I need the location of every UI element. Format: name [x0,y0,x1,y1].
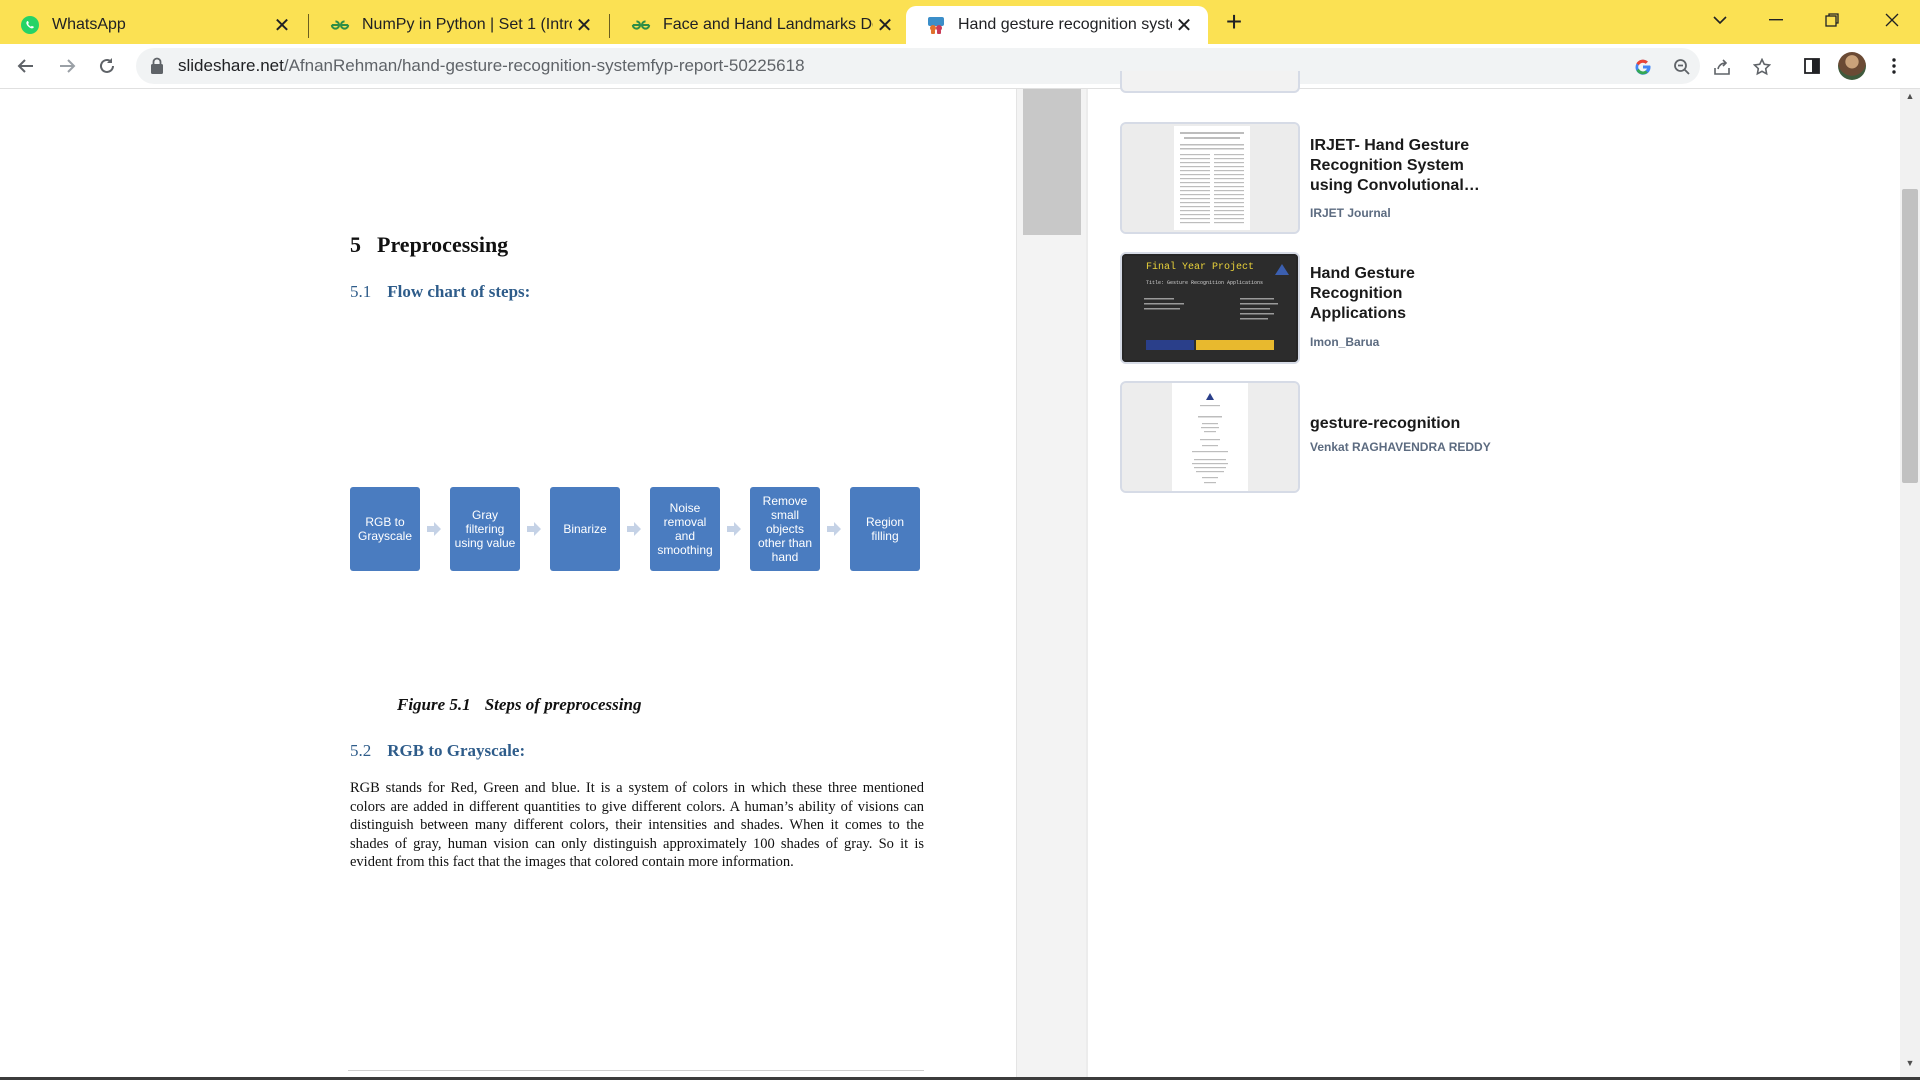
related-title[interactable]: Hand Gesture Recognition Applications [1310,264,1440,324]
new-tab-button[interactable]: + [1218,6,1250,38]
url-text[interactable]: slideshare.net/AfnanRehman/hand-gesture-… [178,56,805,76]
geeksforgeeks-icon [330,15,350,35]
share-icon[interactable] [1709,54,1735,80]
related-thumbnail[interactable]: Final Year Project Title: Gesture Recogn… [1120,252,1300,364]
close-window-icon[interactable] [1864,0,1920,40]
flow-step: Binarize [550,487,620,571]
address-bar[interactable]: slideshare.net/AfnanRehman/hand-gesture-… [136,48,1771,84]
flow-step: Remove small objects other than hand [750,487,820,571]
browser-toolbar: slideshare.net/AfnanRehman/hand-gesture-… [0,44,1920,89]
bookmark-star-icon[interactable] [1749,54,1775,80]
minimize-icon[interactable] [1748,0,1804,40]
flow-arrow-icon [827,522,841,536]
tab-hand-gesture[interactable]: Hand gesture recognition system ✕ [906,6,1208,44]
subsection-heading-flowchart: 5.1 Flow chart of steps: [350,282,530,302]
body-paragraph: RGB stands for Red, Green and blue. It i… [350,780,924,870]
google-lens-icon[interactable] [1630,54,1656,80]
restore-icon[interactable] [1804,0,1860,40]
thumb-title: Final Year Project [1146,262,1255,273]
url-host: slideshare.net [178,56,284,75]
section-number: 5 [350,232,361,257]
document-page: 5 Preprocessing 5.1 Flow chart of steps: R… [0,89,1016,1080]
flow-arrow-icon [527,522,541,536]
figure-caption: Figure 5.1 Steps of preprocessing [397,695,641,715]
flow-arrow-icon [427,522,441,536]
tab-title: Face and Hand Landmarks Detec [663,16,873,33]
url-path: /AfnanRehman/hand-gesture-recognition-sy… [283,56,805,75]
tab-whatsapp[interactable]: WhatsApp ✕ [0,6,306,44]
whatsapp-icon [20,15,40,35]
tab-divider [609,14,610,38]
forward-button[interactable] [51,50,83,82]
related-title[interactable]: gesture-recognition [1310,414,1530,434]
subsection-heading-rgb: 5.2 RGB to Grayscale: [350,741,525,761]
tab-face-hand-landmarks[interactable]: Face and Hand Landmarks Detec ✕ [611,6,909,44]
subsection-number: 5.1 [350,282,372,301]
close-tab-icon[interactable]: ✕ [873,13,897,37]
tab-strip: WhatsApp ✕ NumPy in Python | Set 1 (Intr… [0,0,1920,44]
side-panel-icon[interactable] [1796,50,1828,82]
reload-button[interactable] [91,50,123,82]
lock-icon[interactable] [150,57,166,75]
scroll-down-icon[interactable]: ▼ [1900,1056,1920,1070]
more-menu-icon[interactable] [1878,50,1910,82]
close-tab-icon[interactable]: ✕ [270,13,294,37]
section-title: Preprocessing [377,232,509,257]
close-tab-icon[interactable]: ✕ [1172,13,1196,37]
profile-avatar[interactable] [1838,52,1866,80]
close-tab-icon[interactable]: ✕ [572,13,596,37]
scrollbar-thumb[interactable] [1902,189,1918,483]
figure-number: Figure 5.1 [397,695,471,714]
slideshare-icon [926,15,946,35]
tab-title: WhatsApp [52,16,126,33]
tab-divider [308,14,309,38]
zoom-icon[interactable] [1669,54,1695,80]
figure-caption-text: Steps of preprocessing [484,695,642,714]
related-thumbnail-partial[interactable] [1120,71,1300,93]
thumb-subtitle: Title: Gesture Recognition Applications [1146,280,1264,286]
page-thumbnail-strip[interactable] [1016,89,1086,1080]
divider [1086,89,1088,1080]
related-author[interactable]: IRJET Journal [1310,206,1391,220]
flow-arrow-icon [727,522,741,536]
scroll-up-icon[interactable]: ▲ [1900,89,1920,103]
tab-title: Hand gesture recognition system [958,16,1172,33]
related-author[interactable]: Imon_Barua [1310,335,1379,349]
related-author[interactable]: Venkat RAGHAVENDRA REDDY [1310,440,1491,454]
flow-step: Gray filtering using value [450,487,520,571]
tab-numpy[interactable]: NumPy in Python | Set 1 (Introdu ✕ [310,6,608,44]
flow-step: RGB to Grayscale [350,487,420,571]
flow-step: Region filling [850,487,920,571]
page-scrollbar[interactable]: ▲ ▼ [1900,89,1920,1080]
page-thumbnail[interactable] [1023,89,1081,235]
subsection-title: Flow chart of steps: [387,282,531,301]
subsection-title: RGB to Grayscale: [387,741,526,760]
flow-step: Noise removal and smoothing [650,487,720,571]
tab-search-icon[interactable] [1692,0,1748,40]
geeksforgeeks-icon [631,15,651,35]
tab-title: NumPy in Python | Set 1 (Introdu [362,16,572,33]
related-title[interactable]: IRJET- Hand Gesture Recognition System u… [1310,136,1490,196]
page-divider [348,1070,924,1071]
related-thumbnail[interactable] [1120,122,1300,234]
subsection-number: 5.2 [350,741,372,760]
related-thumbnail[interactable] [1120,381,1300,493]
flow-arrow-icon [627,522,641,536]
page-content: 5 Preprocessing 5.1 Flow chart of steps: R… [0,71,1920,1080]
back-button[interactable] [10,50,42,82]
section-heading: 5 Preprocessing [350,232,508,258]
